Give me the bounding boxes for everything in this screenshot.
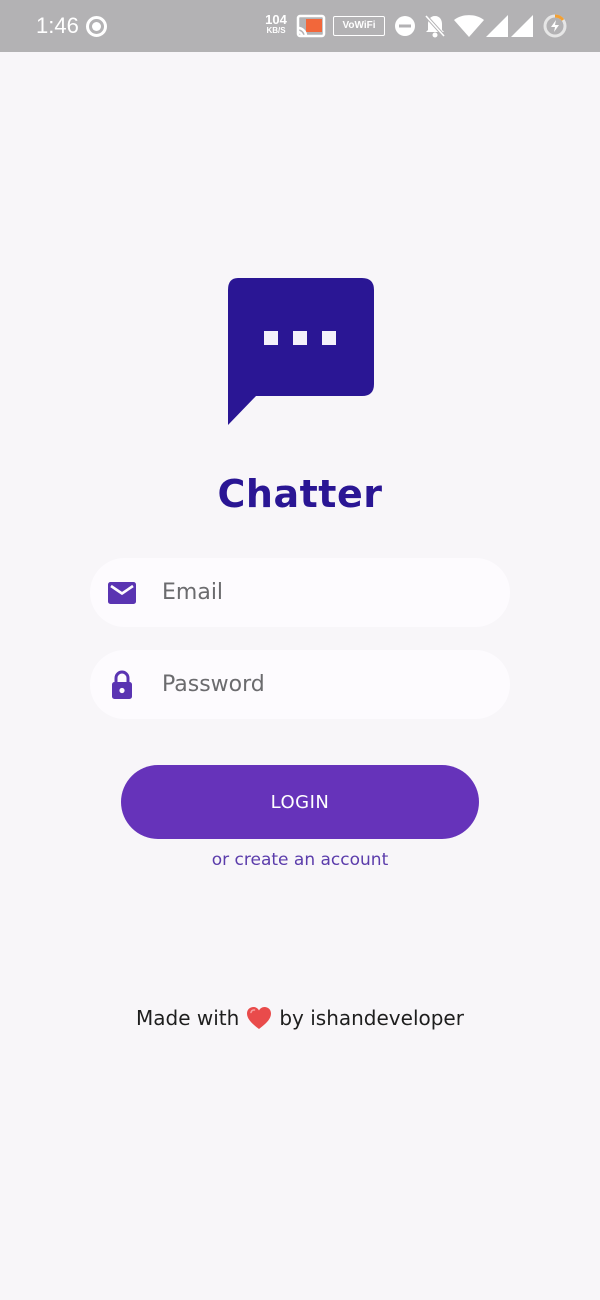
email-field-container[interactable]	[90, 558, 510, 627]
vowifi-icon: VoWiFi	[333, 16, 385, 36]
signal-icon	[486, 15, 508, 37]
bell-off-icon	[424, 14, 446, 38]
create-account-link[interactable]: or create an account	[0, 850, 600, 870]
app-title: Chatter	[217, 472, 383, 516]
record-icon	[86, 16, 107, 37]
email-input[interactable]	[162, 558, 492, 627]
mail-icon	[108, 582, 136, 604]
status-time: 1:46	[36, 13, 79, 38]
footer: Made with by ishandeveloper	[0, 1006, 600, 1030]
password-input[interactable]	[162, 650, 492, 719]
dnd-icon	[395, 16, 415, 36]
footer-made-with: Made with	[136, 1006, 240, 1030]
battery-charging-icon	[543, 14, 567, 38]
chat-bubble-icon	[228, 278, 374, 425]
heart-icon	[247, 1007, 272, 1029]
cast-icon	[296, 14, 326, 38]
signal-icon-2	[511, 15, 533, 37]
login-button[interactable]: LOGIN	[121, 765, 479, 839]
password-field-container[interactable]	[90, 650, 510, 719]
network-speed-value: 104	[265, 12, 287, 27]
network-speed: 104 KB/S	[262, 13, 290, 35]
lock-icon	[112, 670, 132, 699]
network-speed-unit: KB/S	[266, 26, 286, 35]
status-bar: 1:46 104 KB/S VoWiFi	[0, 0, 600, 52]
footer-by-author: by ishandeveloper	[279, 1006, 464, 1030]
wifi-icon	[454, 15, 484, 37]
